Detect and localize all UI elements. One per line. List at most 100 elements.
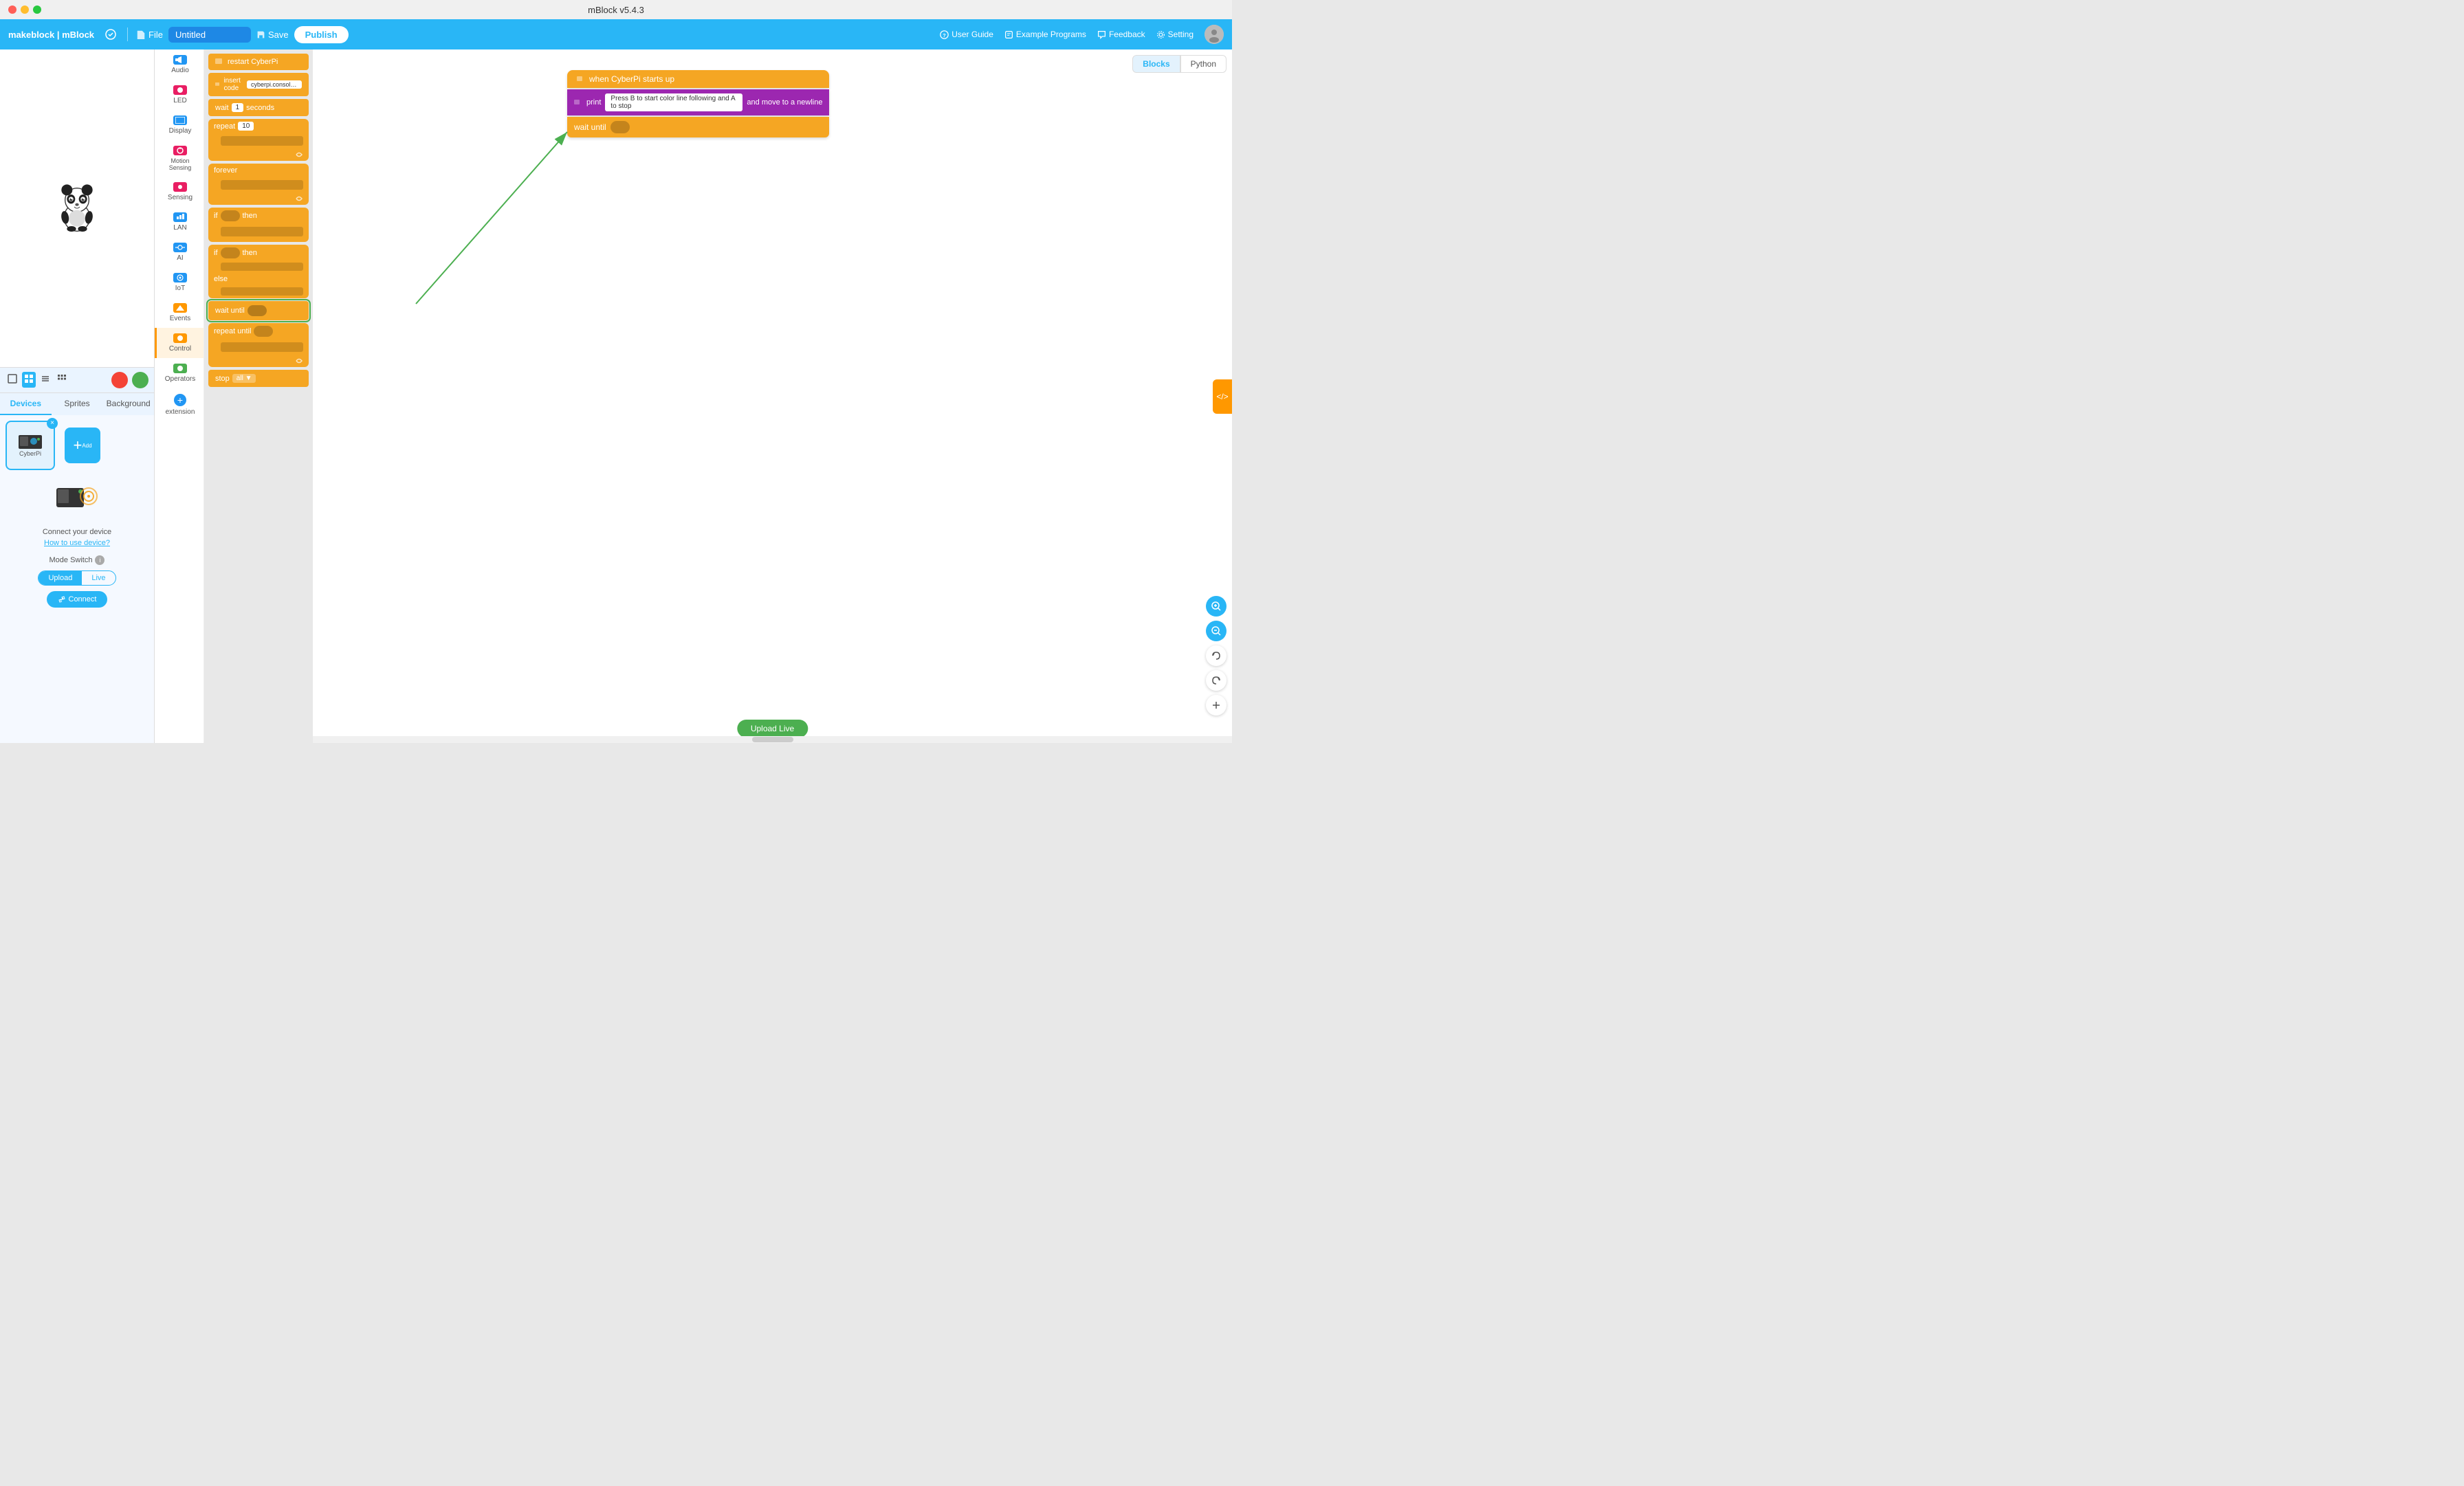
add-device-btn[interactable]: + Add [65,428,100,463]
minimize-button[interactable] [21,5,29,14]
bottom-scrollbar[interactable] [313,736,1232,743]
category-iot[interactable]: IoT [155,267,204,298]
maximize-button[interactable] [33,5,41,14]
live-mode-btn[interactable]: Live [82,571,115,585]
upload-mode-btn[interactable]: Upload [38,571,82,585]
run-button[interactable] [132,372,148,388]
iot-icon [173,273,187,282]
tab-background[interactable]: Background [102,393,154,415]
blocks-palette: Audio LED Display Motion Sensing [155,49,313,743]
control-icon [173,333,187,343]
home-icon[interactable] [102,26,119,43]
stop-button[interactable] [111,372,128,388]
menu-right: ? User Guide Example Programs Feedback S… [940,25,1224,44]
small-grid-btn[interactable] [55,372,69,388]
redo-btn[interactable] [1206,670,1226,691]
feedback-link[interactable]: Feedback [1097,30,1145,39]
category-motion[interactable]: Motion Sensing [155,140,204,177]
canvas-area: Blocks Python when CyberPi starts up pri… [313,49,1232,743]
category-extension[interactable]: + extension [155,388,204,421]
setting-link[interactable]: Setting [1156,30,1194,39]
close-button[interactable] [8,5,16,14]
upload-live-btn[interactable]: Upload Live [737,720,808,738]
zoom-out-btn[interactable] [1206,621,1226,641]
category-operators-label: Operators [165,375,195,383]
category-lan[interactable]: LAN [155,207,204,237]
category-control[interactable]: Control [155,328,204,358]
category-sensing-label: Sensing [168,194,192,201]
block-repeat[interactable]: repeat 10 [208,119,309,161]
wait-until-slot [248,305,267,316]
category-audio-label: Audio [171,67,189,74]
canvas-tab-python[interactable]: Python [1180,55,1226,73]
connect-device-btn[interactable]: Connect [47,591,108,608]
loop-icon [295,151,303,158]
expand-view-btn[interactable] [6,372,19,388]
category-display[interactable]: Display [155,110,204,140]
print-icon [574,99,582,106]
cyberpi-device-card[interactable]: × CyberPi [6,421,55,470]
loop-icon-forever [295,195,303,202]
tab-devices[interactable]: Devices [0,393,52,415]
category-audio[interactable]: Audio [155,49,204,80]
insert-code-value: cyberpi.console.print("hello w... [247,80,302,89]
zoom-out-icon [1211,626,1221,636]
scrollbar-thumb[interactable] [752,737,793,742]
undo-icon [1211,651,1221,661]
canvas-wait-until-block[interactable]: wait until [567,117,829,137]
category-led-label: LED [173,97,186,104]
category-sensing[interactable]: Sensing [155,177,204,207]
mode-toggle: Upload Live [38,570,116,586]
publish-button[interactable]: Publish [294,26,349,43]
extension-icon: + [174,394,186,406]
block-restart[interactable]: restart CyberPi [208,54,309,70]
save-button[interactable]: Save [256,30,289,40]
canvas-block-group: when CyberPi starts up print Press B to … [567,70,829,137]
print-block[interactable]: print Press B to start color line follow… [567,89,829,115]
user-guide-link[interactable]: ? User Guide [940,30,993,39]
block-insert-code[interactable]: insert code cyberpi.console.print("hello… [208,73,309,96]
code-toggle-btn[interactable]: </> [1213,379,1232,414]
grid-view-btn[interactable] [22,372,36,388]
led-icon [173,85,187,95]
block-wait-until[interactable]: wait until [208,301,309,320]
block-forever[interactable]: forever [208,164,309,205]
category-display-label: Display [169,127,192,135]
device-remove-btn[interactable]: × [47,418,58,429]
zoom-in-btn[interactable] [1206,596,1226,617]
user-avatar[interactable] [1204,25,1224,44]
events-icon [173,303,187,313]
list-view-btn[interactable] [38,372,52,388]
block-wait[interactable]: wait 1 seconds [208,99,309,116]
stop-dropdown[interactable]: all ▼ [232,374,256,383]
tab-sprites[interactable]: Sprites [52,393,103,415]
block-stop[interactable]: stop all ▼ [208,370,309,387]
undo-btn[interactable] [1206,645,1226,666]
block-restart-icon [215,58,225,65]
block-if-else[interactable]: if then else [208,245,309,298]
connect-link[interactable]: How to use device? [11,539,143,547]
block-repeat-until[interactable]: repeat until [208,323,309,367]
fit-icon [1211,700,1221,710]
event-hat-block[interactable]: when CyberPi starts up [567,70,829,88]
file-menu[interactable]: File [136,30,163,40]
motion-icon [173,146,187,155]
cyberpi-icon [19,434,42,450]
panel-tabs: Devices Sprites Background [0,393,154,415]
category-operators[interactable]: Operators [155,358,204,388]
mode-info-icon[interactable]: i [95,555,104,565]
device-animation [11,481,143,522]
category-led[interactable]: LED [155,80,204,110]
canvas-tab-blocks[interactable]: Blocks [1132,55,1180,73]
canvas-arrow [313,49,1232,743]
fit-btn[interactable] [1206,695,1226,716]
example-programs-link[interactable]: Example Programs [1004,30,1086,39]
svg-text:?: ? [943,32,946,38]
window-title: mBlock v5.4.3 [588,5,644,15]
project-name-input[interactable] [168,27,251,43]
category-ai[interactable]: AI [155,237,204,267]
block-if-then[interactable]: if then [208,208,309,242]
category-events[interactable]: Events [155,298,204,328]
devices-row: × CyberPi + Add [6,421,148,470]
title-bar: mBlock v5.4.3 [0,0,1232,19]
